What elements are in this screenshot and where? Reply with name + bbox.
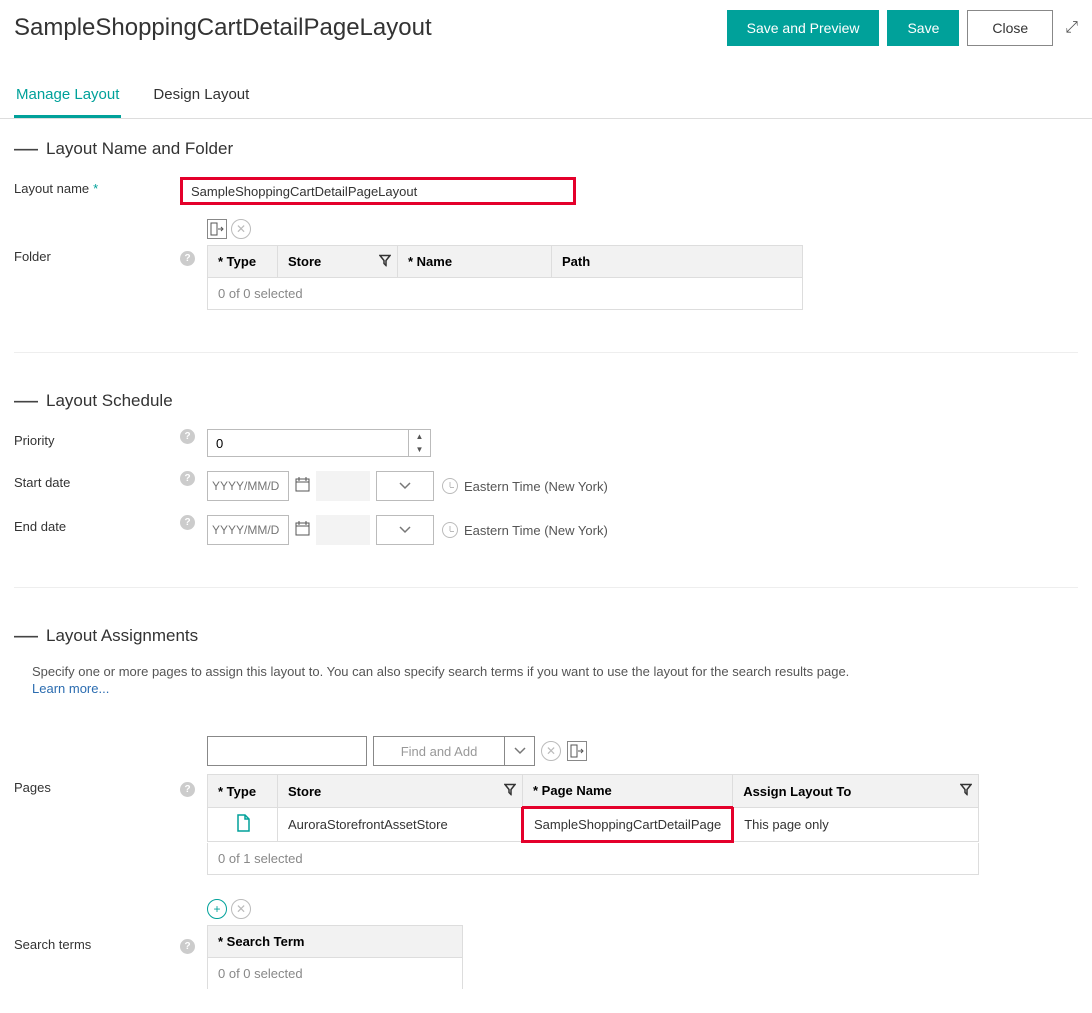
help-icon[interactable]: ? (180, 471, 195, 486)
start-date-input[interactable] (207, 471, 289, 501)
page-icon (235, 814, 251, 832)
section-title-schedule: Layout Schedule (46, 391, 173, 411)
find-input[interactable] (207, 736, 367, 766)
col-type[interactable]: * Type (208, 775, 278, 808)
close-button[interactable]: Close (967, 10, 1053, 46)
layout-name-label: Layout name (14, 181, 89, 196)
help-icon[interactable]: ? (180, 939, 195, 954)
help-icon[interactable]: ? (180, 782, 195, 797)
section-title-assignments: Layout Assignments (46, 626, 198, 646)
filter-icon[interactable] (504, 784, 516, 799)
cell-store: AuroraStorefrontAssetStore (278, 808, 523, 842)
spinner-down[interactable]: ▼ (409, 443, 430, 456)
end-date-input[interactable] (207, 515, 289, 545)
time-dropdown[interactable] (376, 515, 434, 545)
find-add-dropdown[interactable] (504, 737, 534, 765)
remove-icon[interactable]: ✕ (231, 899, 251, 919)
help-icon[interactable]: ? (180, 515, 195, 530)
open-icon[interactable] (567, 741, 587, 761)
remove-icon[interactable]: ✕ (541, 741, 561, 761)
col-search-term[interactable]: * Search Term (208, 926, 463, 958)
time-input-disabled (316, 515, 370, 545)
cell-page-name: SampleShoppingCartDetailPage (523, 808, 733, 842)
help-icon[interactable]: ? (180, 429, 195, 444)
cell-assign: This page only (733, 808, 979, 842)
clock-icon (442, 478, 458, 494)
remove-icon[interactable]: ✕ (231, 219, 251, 239)
folder-label: Folder (14, 249, 51, 264)
clock-icon (442, 522, 458, 538)
expand-icon[interactable]: ⤢ (1065, 19, 1078, 37)
pages-status: 0 of 1 selected (207, 843, 979, 875)
end-date-label: End date (14, 519, 66, 534)
pages-table: * Type Store * Page Name Assign Layout T… (207, 774, 979, 843)
learn-more-link[interactable]: Learn more... (32, 681, 109, 696)
find-add-button[interactable]: Find and Add (373, 736, 535, 766)
spinner-up[interactable]: ▲ (409, 430, 430, 443)
time-dropdown[interactable] (376, 471, 434, 501)
calendar-icon[interactable] (295, 521, 310, 540)
filter-icon[interactable] (960, 784, 972, 799)
timezone-text: Eastern Time (New York) (464, 479, 608, 494)
search-terms-table: * Search Term (207, 925, 463, 958)
start-date-label: Start date (14, 475, 70, 490)
filter-icon[interactable] (379, 254, 391, 269)
add-folder-icon[interactable] (207, 219, 227, 239)
save-button[interactable]: Save (887, 10, 959, 46)
folder-table: * Type Store * Name Path (207, 245, 803, 278)
add-icon[interactable]: + (207, 899, 227, 919)
time-input-disabled (316, 471, 370, 501)
tab-design-layout[interactable]: Design Layout (151, 76, 251, 118)
layout-name-input[interactable] (180, 177, 576, 205)
tabs: Manage Layout Design Layout (0, 76, 1092, 119)
col-store[interactable]: Store (278, 246, 398, 278)
col-page-name[interactable]: * Page Name (523, 775, 733, 808)
search-terms-status: 0 of 0 selected (207, 958, 463, 989)
priority-input[interactable] (208, 430, 408, 456)
folder-status: 0 of 0 selected (207, 278, 803, 310)
col-path[interactable]: Path (552, 246, 803, 278)
section-title-name-folder: Layout Name and Folder (46, 139, 233, 159)
calendar-icon[interactable] (295, 477, 310, 496)
required-indicator: * (93, 181, 98, 196)
search-terms-label: Search terms (14, 937, 91, 952)
col-store[interactable]: Store (278, 775, 523, 808)
priority-spinner[interactable]: ▲ ▼ (207, 429, 431, 457)
table-row[interactable]: AuroraStorefrontAssetStore SampleShoppin… (208, 808, 979, 842)
col-name[interactable]: * Name (398, 246, 552, 278)
col-assign[interactable]: Assign Layout To (733, 775, 979, 808)
pages-label: Pages (14, 780, 51, 795)
timezone-text: Eastern Time (New York) (464, 523, 608, 538)
help-icon[interactable]: ? (180, 251, 195, 266)
tab-manage-layout[interactable]: Manage Layout (14, 76, 121, 118)
col-type[interactable]: * Type (208, 246, 278, 278)
page-title: SampleShoppingCartDetailPageLayout (14, 14, 719, 42)
priority-label: Priority (14, 433, 54, 448)
save-preview-button[interactable]: Save and Preview (727, 10, 880, 46)
assignments-description: Specify one or more pages to assign this… (32, 664, 1078, 679)
